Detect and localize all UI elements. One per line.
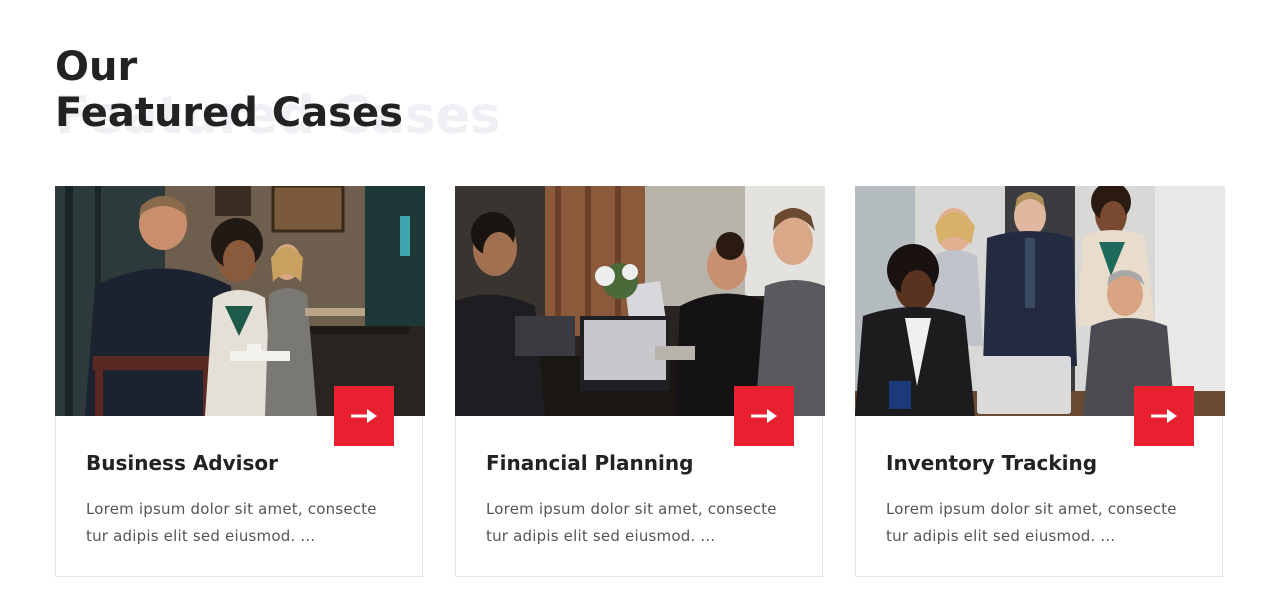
business-meeting-cafe-photo[interactable] [55, 186, 425, 416]
case-excerpt: Lorem ipsum dolor sit amet, consecte tur… [486, 500, 777, 545]
view-case-button[interactable] [334, 386, 394, 446]
case-excerpt: Lorem ipsum dolor sit amet, consecte tur… [886, 500, 1177, 545]
heading-line-2: Featured Cases [55, 90, 403, 136]
arrow-right-icon [751, 409, 777, 423]
case-title[interactable]: Financial Planning [486, 451, 693, 475]
case-card-financial-planning[interactable]: Financial Planning Lorem ipsum dolor sit… [455, 186, 825, 577]
case-title[interactable]: Business Advisor [86, 451, 278, 475]
arrow-right-icon [351, 409, 377, 423]
case-card-inventory-tracking[interactable]: Inventory Tracking Lorem ipsum dolor sit… [855, 186, 1225, 577]
case-title[interactable]: Inventory Tracking [886, 451, 1097, 475]
arrow-right-icon [1151, 409, 1177, 423]
featured-cases-section: Featured Cases Our Featured Cases Busine… [0, 0, 1283, 614]
team-laptop-meeting-photo[interactable] [855, 186, 1225, 416]
heading-line-1: Our [55, 44, 138, 90]
team-working-laptops-photo[interactable] [455, 186, 825, 416]
section-heading: Featured Cases Our Featured Cases [55, 40, 755, 150]
case-excerpt: Lorem ipsum dolor sit amet, consecte tur… [86, 500, 377, 545]
view-case-button[interactable] [1134, 386, 1194, 446]
case-card-business-advisor[interactable]: Business Advisor Lorem ipsum dolor sit a… [55, 186, 425, 577]
view-case-button[interactable] [734, 386, 794, 446]
